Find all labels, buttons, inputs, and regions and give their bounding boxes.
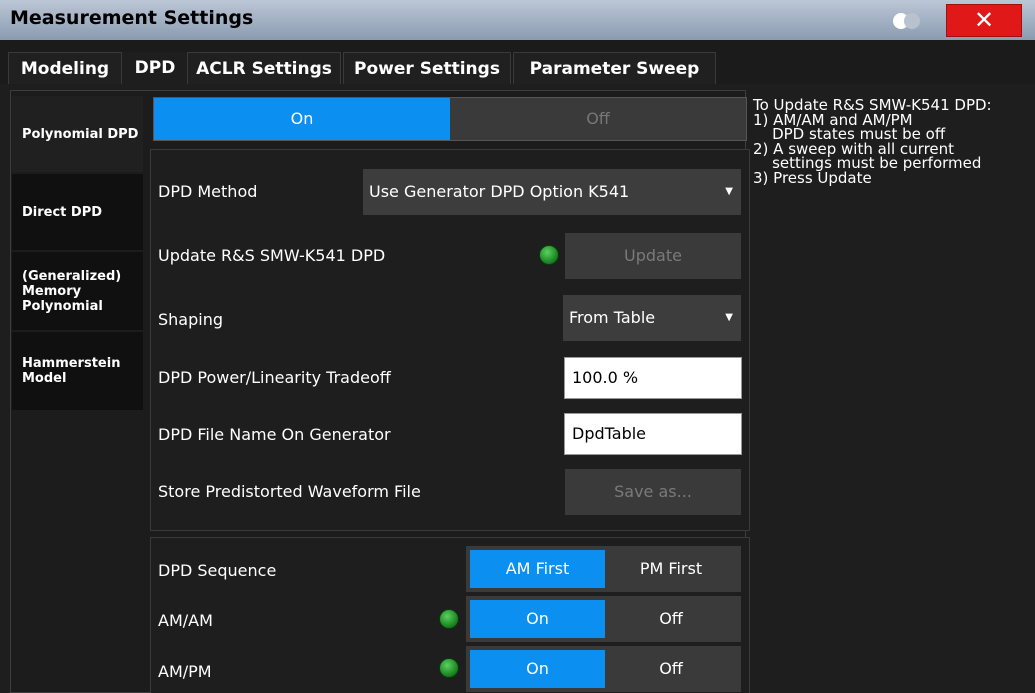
- dropdown-arrow-icon: ▼: [725, 312, 733, 323]
- tab-dpd[interactable]: DPD: [122, 52, 188, 86]
- tab-aclr-settings[interactable]: ACLR Settings: [187, 52, 341, 85]
- filename-input[interactable]: DpdTable: [564, 413, 742, 455]
- ampm-status-led-icon: [439, 658, 459, 678]
- am-first-option[interactable]: AM First: [470, 550, 605, 588]
- title-bar: Measurement Settings ✕: [0, 0, 1035, 40]
- dpd-method-dropdown[interactable]: Use Generator DPD Option K541 ▼: [363, 169, 741, 215]
- tab-parameter-sweep[interactable]: Parameter Sweep: [513, 52, 716, 85]
- save-as-button[interactable]: Save as...: [565, 469, 741, 515]
- subtab-memory-polynomial[interactable]: (Generalized) Memory Polynomial: [12, 252, 143, 330]
- ampm-on-option[interactable]: On: [470, 650, 605, 688]
- tab-power-settings[interactable]: Power Settings: [343, 52, 511, 85]
- pm-first-option[interactable]: PM First: [605, 550, 737, 588]
- dpd-state-switch: On Off: [153, 97, 747, 141]
- subtab-polynomial-dpd[interactable]: Polynomial DPD: [12, 96, 143, 172]
- ampm-off-option[interactable]: Off: [605, 650, 737, 688]
- measurement-settings-window: Measurement Settings ✕ Modeling DPD ACLR…: [0, 0, 1035, 693]
- dpd-method-label: DPD Method: [158, 182, 258, 201]
- amam-switch: On Off: [466, 596, 741, 642]
- dpd-state-off[interactable]: Off: [450, 98, 746, 140]
- amam-label: AM/AM: [158, 611, 213, 630]
- update-label: Update R&S SMW-K541 DPD: [158, 246, 386, 265]
- amam-off-option[interactable]: Off: [605, 600, 737, 638]
- dropdown-arrow-icon: ▼: [725, 186, 733, 197]
- tradeoff-input[interactable]: 100.0 %: [564, 357, 742, 399]
- shaping-label: Shaping: [158, 310, 223, 329]
- filename-label: DPD File Name On Generator: [158, 425, 391, 444]
- tab-bar: Modeling DPD ACLR Settings Power Setting…: [0, 40, 1035, 86]
- close-button[interactable]: ✕: [946, 4, 1022, 37]
- subtab-direct-dpd[interactable]: Direct DPD: [12, 174, 143, 250]
- window-title: Measurement Settings: [10, 7, 254, 29]
- shaping-dropdown[interactable]: From Table ▼: [563, 295, 741, 341]
- dpd-method-value: Use Generator DPD Option K541: [369, 182, 630, 201]
- store-label: Store Predistorted Waveform File: [158, 482, 421, 501]
- amam-status-led-icon: [439, 609, 459, 629]
- tradeoff-label: DPD Power/Linearity Tradeoff: [158, 368, 391, 387]
- update-status-led-icon: [539, 245, 559, 265]
- amam-on-option[interactable]: On: [470, 600, 605, 638]
- ampm-switch: On Off: [466, 646, 741, 692]
- dpd-sequence-switch: AM First PM First: [466, 546, 741, 592]
- subtab-hammerstein-model[interactable]: Hammerstein Model: [12, 332, 143, 410]
- ampm-label: AM/PM: [158, 662, 212, 681]
- toggle-icon[interactable]: [893, 13, 923, 29]
- dpd-state-on[interactable]: On: [154, 98, 450, 140]
- update-button[interactable]: Update: [565, 233, 741, 279]
- tab-modeling[interactable]: Modeling: [8, 52, 122, 85]
- shaping-value: From Table: [569, 308, 656, 327]
- dpd-sequence-label: DPD Sequence: [158, 561, 277, 580]
- help-text: To Update R&S SMW-K541 DPD: 1) AM/AM and…: [753, 96, 992, 187]
